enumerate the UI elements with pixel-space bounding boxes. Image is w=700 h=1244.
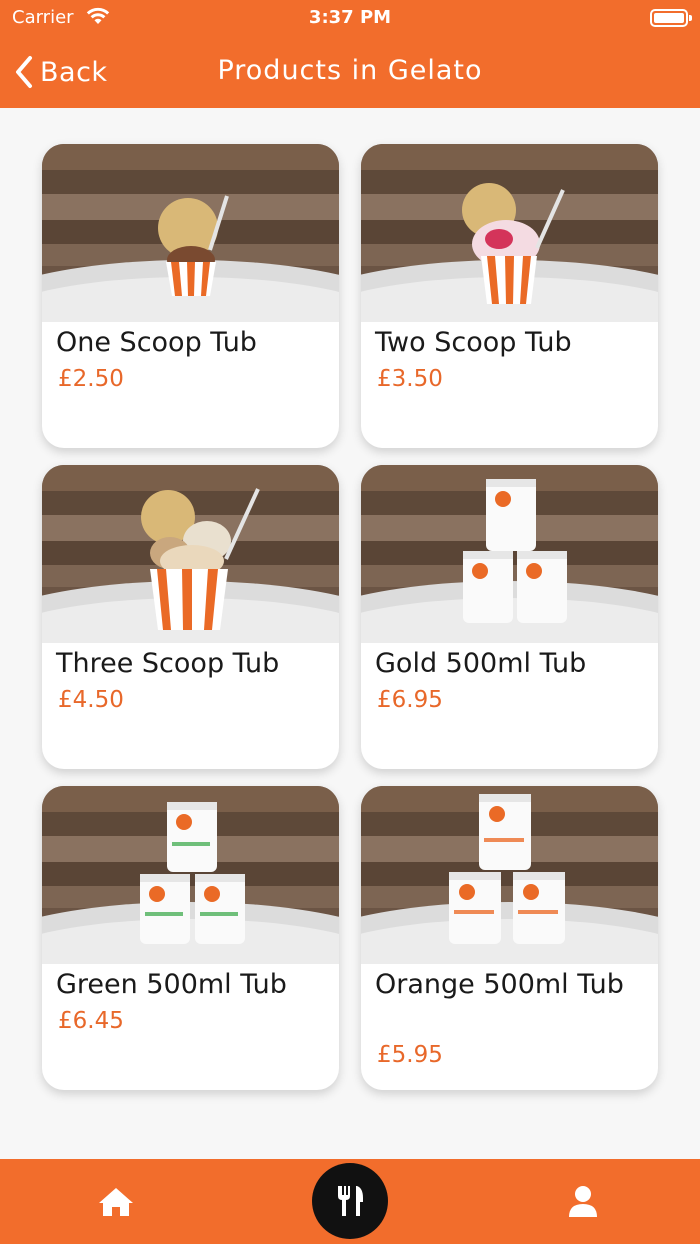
product-card[interactable]: Three Scoop Tub £4.50 bbox=[42, 465, 339, 769]
product-image bbox=[361, 144, 658, 322]
tab-home[interactable] bbox=[66, 1159, 166, 1244]
product-price: £6.95 bbox=[377, 687, 443, 713]
product-price: £4.50 bbox=[58, 687, 124, 713]
product-card[interactable]: One Scoop Tub £2.50 bbox=[42, 144, 339, 448]
menu-center-button[interactable] bbox=[312, 1163, 388, 1239]
product-price: £5.95 bbox=[377, 1042, 443, 1068]
product-price: £3.50 bbox=[377, 366, 443, 392]
product-name: Orange 500ml Tub bbox=[375, 969, 624, 1000]
product-image bbox=[42, 786, 339, 964]
product-price: £6.45 bbox=[58, 1008, 124, 1034]
product-card[interactable]: Gold 500ml Tub £6.95 bbox=[361, 465, 658, 769]
product-price: £2.50 bbox=[58, 366, 124, 392]
fork-knife-icon bbox=[338, 1186, 363, 1216]
product-image bbox=[42, 465, 339, 643]
status-bar: Carrier 3:37 PM bbox=[0, 0, 700, 36]
product-image bbox=[361, 465, 658, 643]
product-card[interactable]: Green 500ml Tub £6.45 bbox=[42, 786, 339, 1090]
product-image bbox=[42, 144, 339, 322]
product-name: Green 500ml Tub bbox=[56, 969, 287, 1000]
product-name: Gold 500ml Tub bbox=[375, 648, 587, 679]
top-bar: Carrier 3:37 PM Back Products in Gelato bbox=[0, 0, 700, 108]
product-card[interactable]: Orange 500ml Tub £5.95 bbox=[361, 786, 658, 1090]
home-icon bbox=[99, 1187, 133, 1216]
product-image bbox=[361, 786, 658, 964]
product-name: Three Scoop Tub bbox=[56, 648, 280, 679]
product-name: Two Scoop Tub bbox=[375, 327, 572, 358]
product-name: One Scoop Tub bbox=[56, 327, 257, 358]
battery-icon bbox=[650, 9, 692, 27]
status-time: 3:37 PM bbox=[308, 7, 392, 28]
user-icon bbox=[569, 1185, 597, 1217]
tab-profile[interactable] bbox=[533, 1159, 633, 1244]
page-title: Products in Gelato bbox=[217, 55, 483, 86]
product-card[interactable]: Two Scoop Tub £3.50 bbox=[361, 144, 658, 448]
